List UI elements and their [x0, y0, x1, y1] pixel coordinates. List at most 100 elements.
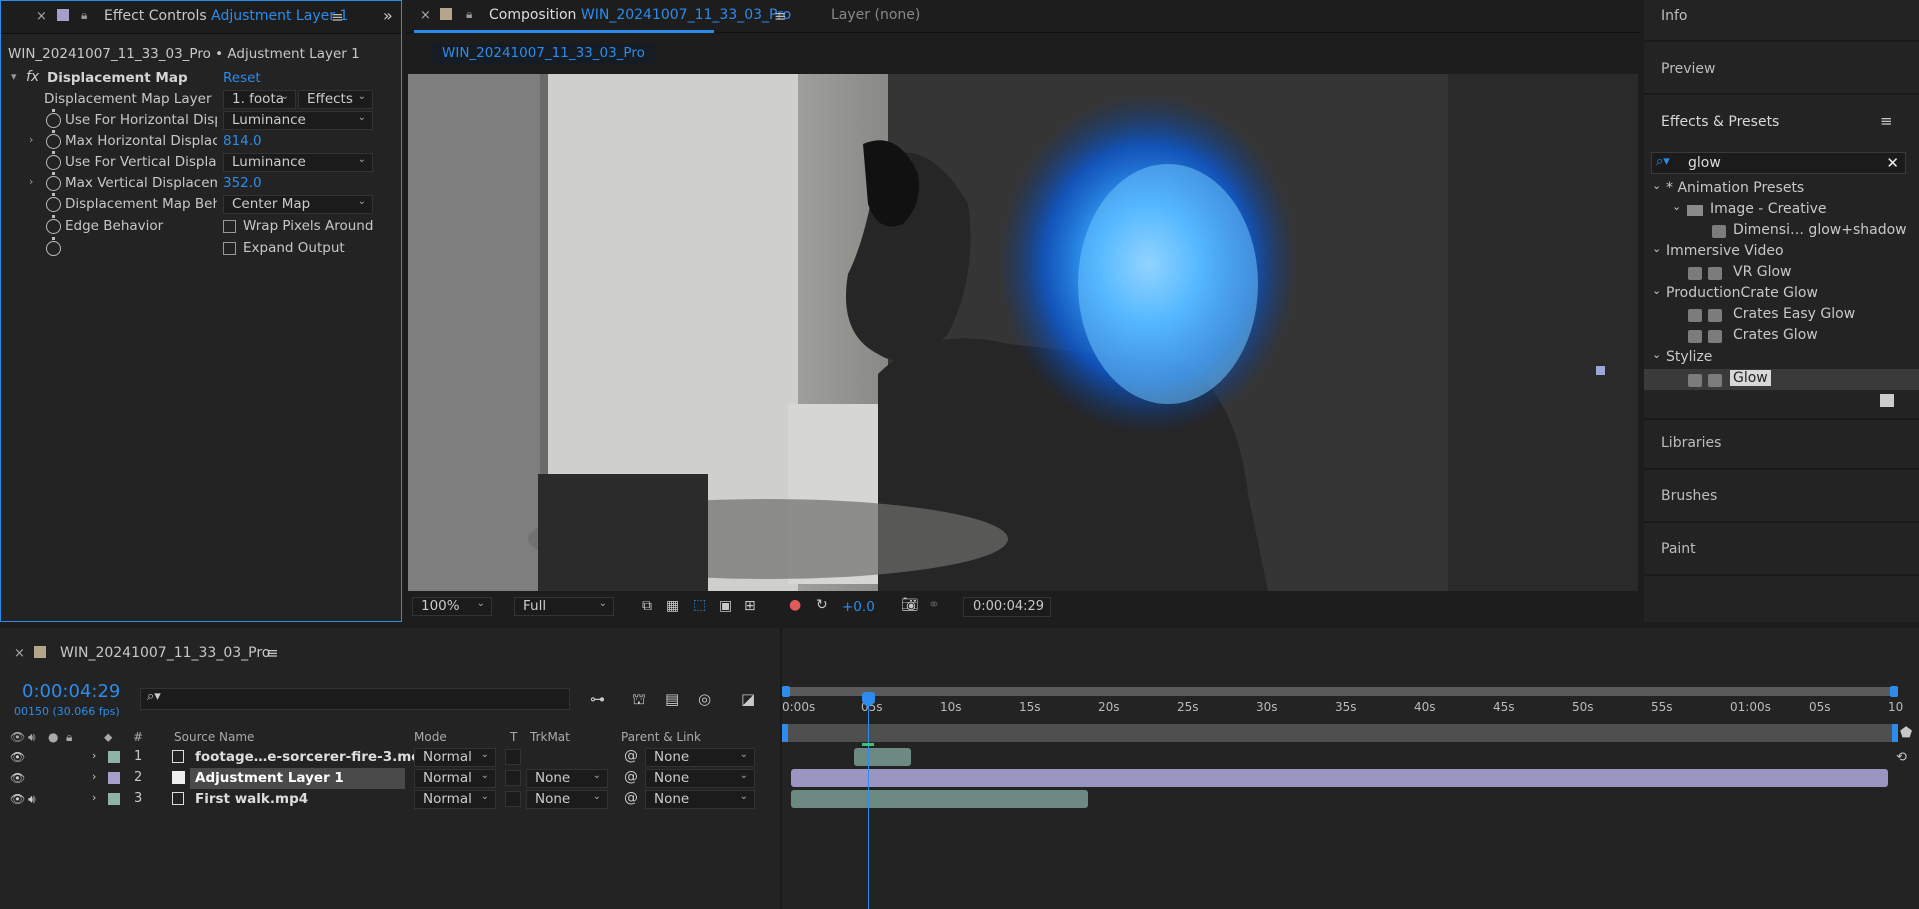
draft-3d-icon[interactable]: ⛫: [632, 690, 646, 710]
region-of-interest-icon[interactable]: ▣: [719, 598, 732, 614]
panel-menu-icon[interactable]: ≡: [1880, 112, 1893, 130]
preview-panel-header[interactable]: Preview: [1661, 61, 1716, 77]
mask-visibility-icon[interactable]: ⬚: [693, 597, 706, 613]
stopwatch-icon[interactable]: [46, 172, 61, 191]
stopwatch-icon[interactable]: [46, 193, 61, 212]
tab-composition[interactable]: Composition WIN_20241007_11_33_03_Pro: [489, 7, 791, 23]
close-tab-button[interactable]: ×: [36, 9, 47, 24]
transparency-grid-icon[interactable]: ▦: [666, 598, 679, 614]
show-snapshot-icon[interactable]: ⚭: [928, 597, 940, 613]
displacement-layer-select[interactable]: 1. foota ⌄: [223, 90, 296, 109]
stopwatch-icon[interactable]: [46, 130, 61, 149]
stopwatch-icon[interactable]: [46, 237, 61, 256]
eye-icon[interactable]: 👁︎: [10, 771, 25, 785]
tab-layer[interactable]: Layer (none): [831, 7, 920, 23]
lock-icon[interactable]: 🔒︎: [81, 8, 87, 23]
guides-icon[interactable]: ⊞: [744, 598, 756, 614]
layer-bar-2[interactable]: [791, 769, 1888, 787]
tree-item-animation-presets[interactable]: ⌄ * Animation Presets: [1644, 178, 1919, 199]
resolution-select[interactable]: Full ⌄: [514, 597, 614, 616]
expand-output-checkbox[interactable]: [223, 242, 236, 255]
timeline-tab-label[interactable]: WIN_20241007_11_33_03_Pro: [60, 645, 270, 661]
channel-icon[interactable]: ●: [789, 597, 801, 613]
lock-icon[interactable]: 🔒︎: [466, 7, 472, 22]
wrap-pixels-checkbox[interactable]: [223, 220, 236, 233]
pick-whip-icon[interactable]: @: [624, 769, 638, 785]
panel-menu-icon[interactable]: ≡: [774, 7, 787, 25]
comp-button-icon[interactable]: ⟲: [1896, 750, 1907, 765]
max-horizontal-value[interactable]: 814.0: [223, 133, 262, 149]
panel-menu-icon[interactable]: ≡: [331, 8, 344, 26]
tree-item-dimensional-glow[interactable]: Dimensi… glow+shadow: [1644, 220, 1919, 241]
frame-blending-icon[interactable]: ▤: [665, 690, 679, 708]
layer-row-1[interactable]: 👁︎ › 1 footage…e-sorcerer-fire-3.mov Nor…: [0, 747, 780, 768]
navigator-end-handle[interactable]: [1892, 724, 1898, 742]
clear-search-icon[interactable]: ✕: [1886, 154, 1899, 172]
reset-exposure-icon[interactable]: ↻: [816, 597, 828, 613]
comp-subtab[interactable]: WIN_20241007_11_33_03_Pro: [432, 44, 655, 64]
pick-whip-icon[interactable]: @: [624, 748, 638, 764]
layer-bar-3[interactable]: [791, 790, 1088, 808]
pick-whip-icon[interactable]: @: [624, 790, 638, 806]
tree-item-stylize[interactable]: ⌄ Stylize: [1644, 347, 1919, 368]
expand-chevron-icon[interactable]: ›: [92, 770, 96, 783]
motion-blur-icon[interactable]: ◎: [698, 690, 711, 708]
parent-select[interactable]: None ⌄: [645, 769, 755, 788]
tree-item-crates-glow[interactable]: Crates Glow: [1644, 325, 1919, 346]
layer-row-2[interactable]: 👁︎ › 2 Adjustment Layer 1 Normal ⌄ None ⌄ …: [0, 768, 780, 789]
close-tab-button[interactable]: ×: [420, 8, 431, 23]
tree-item-image-creative[interactable]: ⌄ Image - Creative: [1644, 199, 1919, 220]
libraries-panel-header[interactable]: Libraries: [1661, 435, 1721, 451]
layer-name[interactable]: Adjustment Layer 1: [195, 770, 344, 786]
close-tab-button[interactable]: ×: [14, 646, 25, 661]
work-area-bar[interactable]: [782, 686, 1898, 697]
exposure-value[interactable]: +0.0: [842, 599, 875, 615]
expand-chevron-icon[interactable]: ›: [29, 133, 33, 146]
tree-item-productioncrate-glow[interactable]: ⌄ ProductionCrate Glow: [1644, 283, 1919, 304]
fx-icon[interactable]: fx: [26, 69, 39, 85]
stopwatch-icon[interactable]: [46, 151, 61, 170]
parent-select[interactable]: None ⌄: [645, 790, 755, 809]
label-color-swatch[interactable]: [108, 793, 120, 805]
expand-chevron-icon[interactable]: ›: [92, 749, 96, 762]
current-time[interactable]: 0:00:04:29: [22, 681, 120, 702]
zoom-handle-icon[interactable]: ⬟: [1900, 725, 1912, 741]
stopwatch-icon[interactable]: [46, 215, 61, 234]
audio-icon[interactable]: 🔊︎: [28, 792, 36, 807]
snapshot-camera-icon[interactable]: 📷︎: [901, 597, 919, 613]
collapse-chevron-icon[interactable]: ▾: [11, 70, 17, 83]
layer-source-select[interactable]: Effects ⌄: [298, 90, 373, 109]
max-vertical-value[interactable]: 352.0: [223, 175, 262, 191]
stopwatch-icon[interactable]: [46, 109, 61, 128]
blend-mode-select[interactable]: Normal ⌄: [414, 769, 496, 788]
expand-chevron-icon[interactable]: ›: [92, 791, 96, 804]
navigator-start-handle[interactable]: [782, 724, 788, 742]
blend-mode-select[interactable]: Normal ⌄: [414, 790, 496, 809]
trkmat-select[interactable]: None ⌄: [526, 790, 608, 809]
tab-effect-controls[interactable]: Effect Controls Adjustment Layer 1: [104, 8, 348, 24]
preserve-transparency-toggle[interactable]: [505, 770, 521, 786]
expand-chevron-icon[interactable]: ›: [29, 175, 33, 188]
parent-select[interactable]: None ⌄: [645, 748, 755, 767]
navigator-bar[interactable]: [782, 724, 1898, 742]
layer-row-3[interactable]: 👁︎ 🔊︎ › 3 First walk.mp4 Normal ⌄ None ⌄ @…: [0, 789, 780, 810]
tree-item-vr-glow[interactable]: VR Glow: [1644, 262, 1919, 283]
trkmat-select[interactable]: None ⌄: [526, 769, 608, 788]
comp-flowchart-icon[interactable]: ⊶: [590, 690, 605, 708]
layer-name[interactable]: footage…e-sorcerer-fire-3.mov: [195, 749, 429, 765]
timeline-search-input[interactable]: ⌕▾: [140, 688, 570, 710]
composition-viewer[interactable]: [408, 74, 1638, 591]
eye-icon[interactable]: 👁︎: [10, 792, 25, 806]
reset-link[interactable]: Reset: [223, 70, 261, 86]
current-time-display[interactable]: 0:00:04:29: [963, 597, 1051, 617]
expand-panels-icon[interactable]: »: [383, 6, 393, 25]
info-panel-header[interactable]: Info: [1661, 8, 1688, 24]
work-area-start-handle[interactable]: [782, 686, 790, 697]
label-color-swatch[interactable]: [108, 772, 120, 784]
layer-bar-1[interactable]: [854, 748, 911, 766]
work-area-end-handle[interactable]: [1890, 686, 1898, 697]
layer-name[interactable]: First walk.mp4: [195, 791, 308, 807]
blend-mode-select[interactable]: Normal ⌄: [414, 748, 496, 767]
magnification-select[interactable]: 100% ⌄: [412, 597, 492, 616]
panel-menu-icon[interactable]: ≡: [266, 644, 279, 662]
